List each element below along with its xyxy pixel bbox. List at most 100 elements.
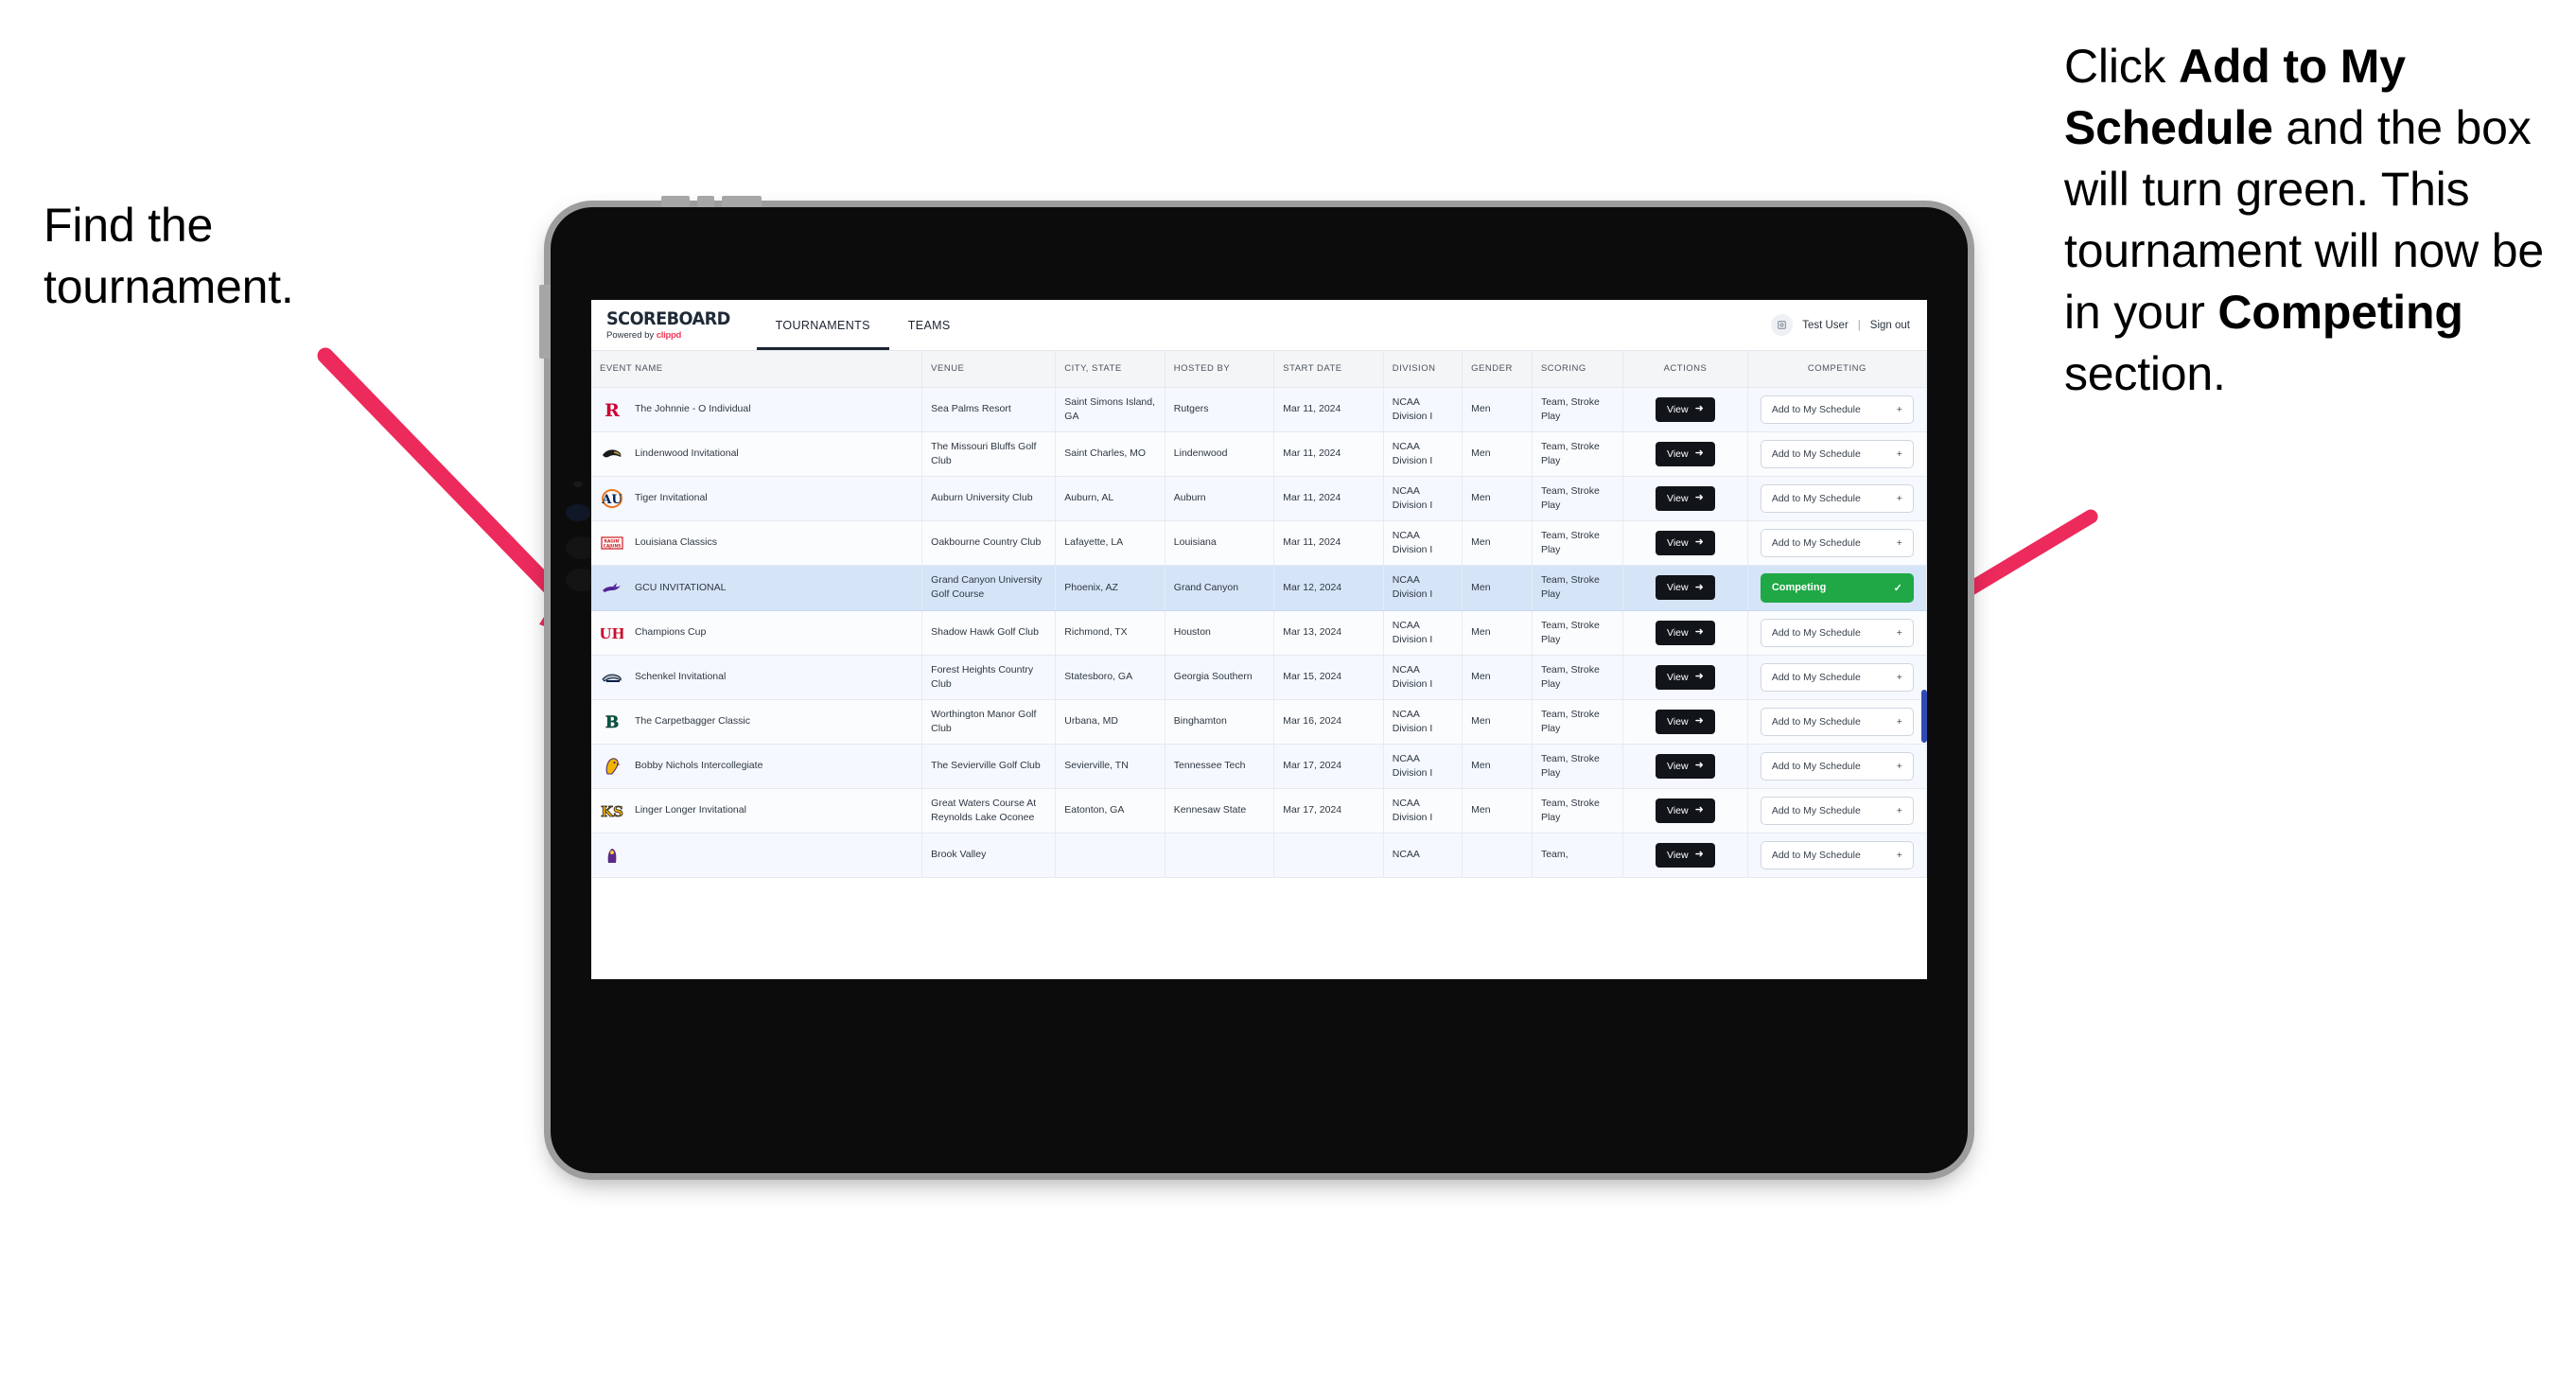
column-header-division[interactable]: DIVISION [1383, 351, 1463, 388]
user-avatar-icon[interactable] [1771, 314, 1794, 336]
view-button[interactable]: View ➜ [1656, 798, 1715, 823]
brand-powered-prefix: Powered by [606, 329, 657, 341]
tablet-power-button[interactable] [722, 196, 762, 207]
view-button[interactable]: View ➜ [1656, 664, 1715, 690]
view-button[interactable]: View ➜ [1656, 575, 1715, 600]
cell-scoring: Team, Stroke Play [1532, 476, 1624, 521]
cell-city-state: Urbana, MD [1055, 699, 1165, 745]
add-to-my-schedule-button[interactable]: Add to My Schedule + [1760, 439, 1914, 468]
cell-city-state [1055, 833, 1165, 878]
tab-tournaments[interactable]: TOURNAMENTS [756, 300, 889, 350]
cell-start-date: Mar 16, 2024 [1273, 699, 1384, 745]
cell-gender: Men [1462, 610, 1533, 656]
table-row[interactable]: UH Champions Cup Shadow Hawk Golf Club Rich… [591, 610, 1927, 656]
tournaments-table-container[interactable]: EVENT NAME VENUE CITY, STATE HOSTED BY START… [591, 351, 1927, 979]
account-area: Test User | Sign out [1771, 300, 1927, 350]
arrow-right-circle-icon: ➜ [1694, 626, 1704, 638]
table-row[interactable]: Brook Valley NCAA Team, View ➜ Add to My Sche… [591, 833, 1927, 878]
view-button[interactable]: View ➜ [1656, 753, 1715, 779]
add-to-my-schedule-button[interactable]: Add to My Schedule + [1760, 395, 1914, 424]
column-header-gender[interactable]: GENDER [1462, 351, 1533, 388]
view-button[interactable]: View ➜ [1656, 396, 1715, 422]
binghamton-bearcats-logo: B [600, 710, 624, 734]
cell-gender: Men [1462, 565, 1533, 611]
column-header-venue[interactable]: VENUE [921, 351, 1057, 388]
tab-teams[interactable]: TEAMS [889, 300, 970, 350]
cell-hosted-by: Houston [1165, 610, 1275, 656]
vertical-scrollbar[interactable] [1921, 690, 1927, 743]
cell-competing: Add to My Schedule + [1747, 476, 1927, 521]
table-body: R The Johnnie - O Individual Sea Palms Res… [591, 387, 1927, 878]
tablet-top-button-b[interactable] [697, 196, 714, 207]
table-row[interactable]: Schenkel Invitational Forest Heights Coun… [591, 655, 1927, 700]
cell-gender: Men [1462, 788, 1533, 833]
cell-scoring: Team, Stroke Play [1532, 431, 1624, 477]
lindenwood-logo [600, 442, 624, 466]
column-header-scoring[interactable]: SCORING [1532, 351, 1624, 388]
view-button[interactable]: View ➜ [1656, 485, 1715, 511]
table-row[interactable]: R The Johnnie - O Individual Sea Palms Res… [591, 387, 1927, 432]
table-row[interactable]: KS Linger Longer Invitational Great Waters… [591, 788, 1927, 833]
cell-competing: Add to My Schedule + [1747, 833, 1927, 878]
tablet-top-button-a[interactable] [661, 196, 690, 207]
view-button[interactable]: View ➜ [1656, 441, 1715, 466]
column-header-competing[interactable]: COMPETING [1747, 351, 1927, 388]
cell-division: NCAA Division I [1383, 387, 1463, 432]
table-row[interactable]: B The Carpetbagger Classic Worthington Man… [591, 699, 1927, 745]
plus-icon: + [1896, 849, 1902, 861]
add-to-my-schedule-button[interactable]: Add to My Schedule + [1760, 662, 1914, 692]
cell-venue: Forest Heights Country Club [921, 655, 1057, 700]
tablet-screen: SCOREBOARD Powered by clippd TOURNAMENTS… [591, 300, 1927, 979]
add-to-my-schedule-button[interactable]: Add to My Schedule + [1760, 483, 1914, 513]
cell-division: NCAA Division I [1383, 788, 1463, 833]
cell-city-state: Sevierville, TN [1055, 744, 1165, 789]
table-row[interactable]: GCU INVITATIONAL Grand Canyon University … [591, 565, 1927, 611]
table-row[interactable]: RAGIN' CAJUNS Louisiana Classics Oakbourne … [591, 520, 1927, 566]
tab-teams-label: TEAMS [907, 318, 951, 332]
table-row[interactable]: AU Tiger Invitational Auburn University Cl… [591, 476, 1927, 521]
rutgers-logo: R [600, 397, 624, 422]
arrow-right-circle-icon: ➜ [1694, 581, 1704, 593]
svg-text:CAJUNS: CAJUNS [604, 543, 622, 549]
add-button-label: Add to My Schedule [1771, 849, 1861, 861]
cell-event-name: UH Champions Cup [591, 610, 923, 656]
column-header-start-date[interactable]: START DATE [1273, 351, 1384, 388]
tablet-volume-button[interactable] [539, 285, 551, 359]
view-button-label: View [1667, 849, 1689, 861]
add-to-my-schedule-button[interactable]: Add to My Schedule + [1760, 618, 1914, 647]
view-button[interactable]: View ➜ [1656, 620, 1715, 645]
add-to-my-schedule-button[interactable]: Add to My Schedule + [1760, 751, 1914, 781]
column-header-city-state[interactable]: CITY, STATE [1055, 351, 1165, 388]
view-button-label: View [1667, 804, 1689, 816]
view-button-label: View [1667, 492, 1689, 504]
add-to-my-schedule-button[interactable]: Add to My Schedule + [1760, 707, 1914, 736]
table-row[interactable]: Bobby Nichols Intercollegiate The Sevierv… [591, 744, 1927, 789]
check-icon: ✓ [1893, 582, 1902, 594]
cell-scoring: Team, Stroke Play [1532, 699, 1624, 745]
plus-icon: + [1896, 403, 1902, 415]
view-button[interactable]: View ➜ [1656, 709, 1715, 734]
cell-venue: Oakbourne Country Club [921, 520, 1057, 566]
sign-out-link[interactable]: Sign out [1870, 320, 1910, 331]
view-button[interactable]: View ➜ [1656, 530, 1715, 555]
column-header-event-name[interactable]: EVENT NAME [591, 351, 923, 388]
grand-canyon-lopes-logo [600, 575, 624, 600]
cell-hosted-by: Grand Canyon [1165, 565, 1275, 611]
table-row[interactable]: Lindenwood Invitational The Missouri Bluf… [591, 431, 1927, 477]
add-to-my-schedule-button[interactable]: Add to My Schedule + [1760, 528, 1914, 557]
event-name-label: GCU INVITATIONAL [635, 581, 727, 593]
cell-competing: Add to My Schedule + [1747, 610, 1927, 656]
view-button[interactable]: View ➜ [1656, 842, 1715, 868]
column-header-hosted-by[interactable]: HOSTED BY [1165, 351, 1275, 388]
add-to-my-schedule-button[interactable]: Add to My Schedule + [1760, 840, 1914, 869]
cell-gender: Men [1462, 744, 1533, 789]
cell-scoring: Team, Stroke Play [1532, 565, 1624, 611]
brand-logo[interactable]: SCOREBOARD Powered by clippd [591, 300, 757, 350]
user-name-label[interactable]: Test User [1802, 320, 1849, 331]
add-to-my-schedule-button[interactable]: Add to My Schedule + [1760, 796, 1914, 825]
cell-event-name: R The Johnnie - O Individual [591, 387, 923, 432]
column-header-actions[interactable]: ACTIONS [1622, 351, 1748, 388]
competing-button[interactable]: Competing ✓ [1760, 572, 1914, 603]
event-name-label: Champions Cup [635, 626, 707, 639]
cell-start-date: Mar 13, 2024 [1273, 610, 1384, 656]
